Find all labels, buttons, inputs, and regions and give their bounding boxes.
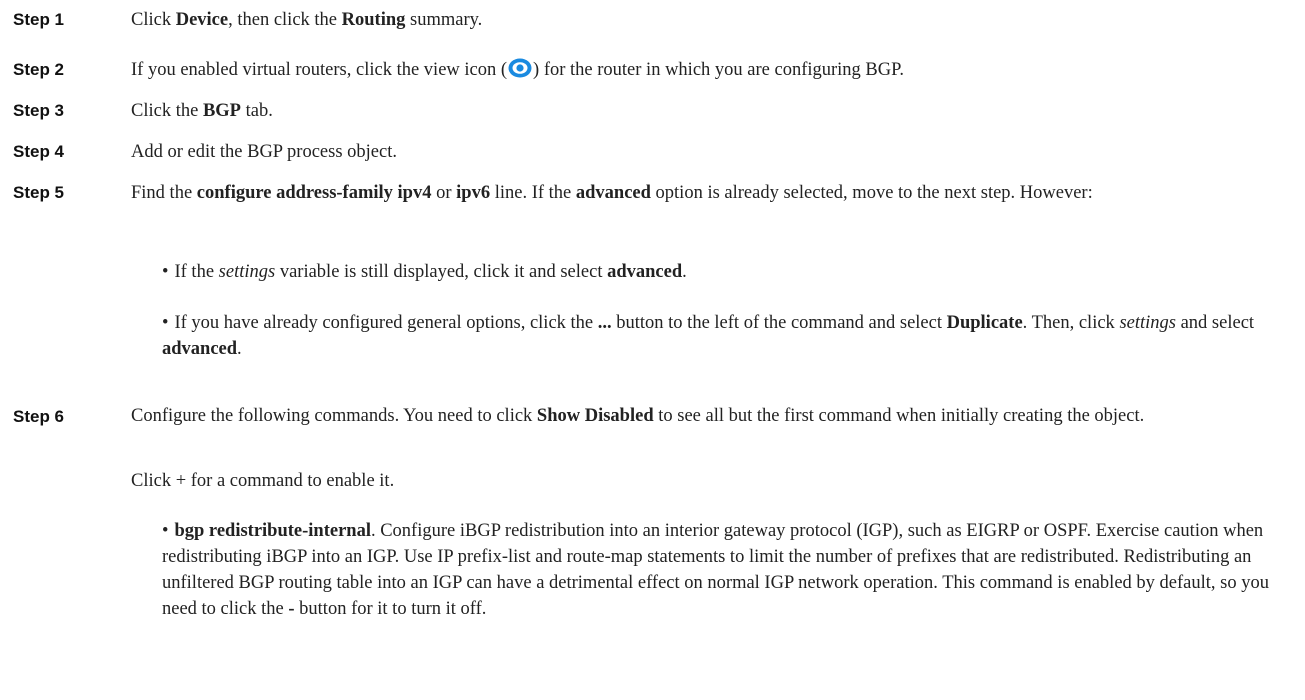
step-5-text: Find the configure address-family ipv4 o… [131, 183, 1093, 203]
step-1-text: Click Device, then click the Routing sum… [131, 10, 483, 30]
step-1-label: Step 1 [13, 10, 65, 29]
step-5-label: Step 5 [13, 183, 65, 202]
step-5-bullet-1: • If the settings variable is still displ… [162, 262, 687, 282]
step-2-label: Step 2 [13, 60, 65, 79]
step-2-text: If you enabled virtual routers, click th… [131, 56, 1291, 83]
step-6-label: Step 6 [13, 407, 65, 426]
eye-view-icon [508, 56, 532, 80]
step-3-text: Click the BGP tab. [131, 101, 273, 121]
step-3-label: Step 3 [13, 101, 65, 120]
step-6-enable-note: Click + for a command to enable it. [131, 471, 395, 491]
step-4-text: Add or edit the BGP process object. [131, 142, 397, 162]
step-4-label: Step 4 [13, 142, 65, 161]
step-6-text: Configure the following commands. You ne… [131, 406, 1145, 426]
step-5-bullet-2: • If you have already configured general … [162, 313, 1255, 359]
step-6-bullet-1: • bgp redistribute-internal. Configure iB… [162, 521, 1269, 619]
